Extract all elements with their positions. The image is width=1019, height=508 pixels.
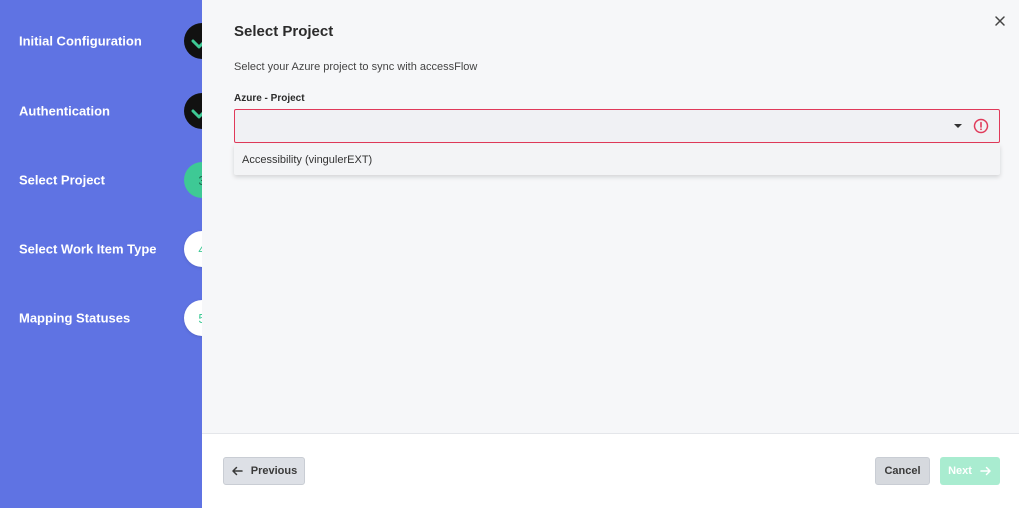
project-field-label: Azure - Project xyxy=(234,93,305,104)
step-label: Mapping Statuses xyxy=(19,310,131,326)
project-dropdown-menu: Accessibility (vingulerEXT) xyxy=(234,144,1000,175)
previous-button[interactable]: Previous xyxy=(223,457,305,485)
arrow-left-icon xyxy=(232,466,243,476)
close-icon xyxy=(995,16,1005,26)
arrow-right-icon xyxy=(980,466,991,476)
step-initial-configuration[interactable]: Initial Configuration xyxy=(0,23,220,59)
step-label: Authentication xyxy=(19,103,110,119)
close-button[interactable] xyxy=(993,14,1007,28)
error-icon xyxy=(973,118,989,134)
step-mapping-statuses[interactable]: Mapping Statuses 5 xyxy=(0,300,220,336)
page-subtitle: Select your Azure project to sync with a… xyxy=(234,61,478,73)
next-button[interactable]: Next xyxy=(940,457,1000,485)
previous-button-label: Previous xyxy=(250,465,298,477)
step-select-project[interactable]: Select Project 3 xyxy=(0,162,220,198)
next-button-label: Next xyxy=(948,465,972,477)
cancel-button[interactable]: Cancel xyxy=(875,457,930,485)
project-select[interactable] xyxy=(234,109,1000,143)
cancel-button-label: Cancel xyxy=(884,465,921,477)
caret-down-icon[interactable] xyxy=(953,123,963,129)
page-title: Select Project xyxy=(234,23,334,40)
step-authentication[interactable]: Authentication xyxy=(0,93,220,129)
step-select-work-item-type[interactable]: Select Work Item Type 4 xyxy=(0,231,220,267)
project-option[interactable]: Accessibility (vingulerEXT) xyxy=(242,154,372,166)
step-label: Select Project xyxy=(19,172,105,188)
step-label: Select Work Item Type xyxy=(19,241,157,257)
step-label: Initial Configuration xyxy=(19,33,142,49)
